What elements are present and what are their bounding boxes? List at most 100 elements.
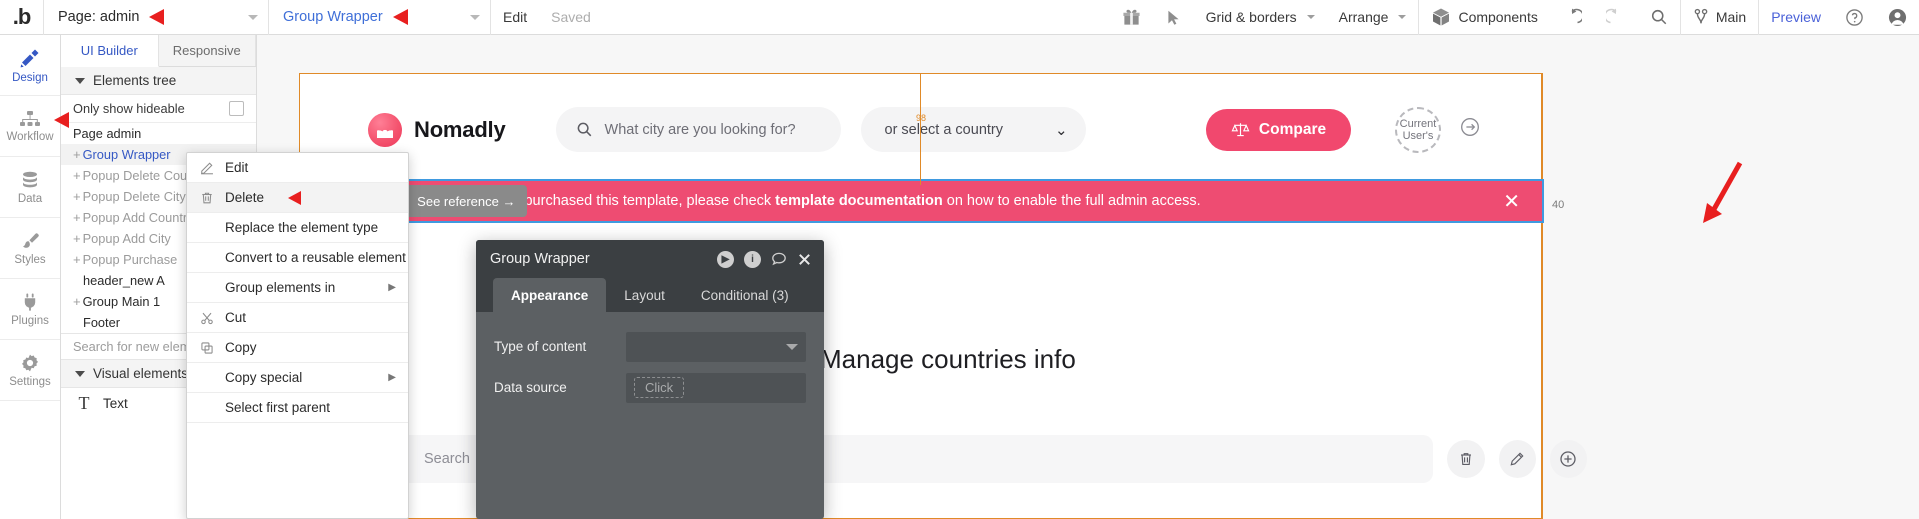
city-search-input[interactable]: What city are you looking for? (555, 107, 841, 152)
context-menu-item-cut[interactable]: Cut (187, 303, 408, 333)
brand-name: Nomadly (414, 116, 506, 142)
expand-plus-icon[interactable]: + (73, 294, 81, 309)
components-button[interactable]: Components (1419, 0, 1549, 35)
styles-icon (20, 231, 40, 251)
left-rail: Design Workflow Data Styles Plugins Sett… (0, 35, 69, 519)
expand-plus-icon[interactable]: + (73, 231, 81, 246)
context-menu-item-copy[interactable]: Copy (187, 333, 408, 363)
element-selector-label: Group Wrapper (283, 9, 383, 25)
sidebar-item-design[interactable]: Design (0, 35, 60, 96)
property-editor-body: Type of content Data source Click (476, 312, 824, 408)
info-icon[interactable]: i (744, 250, 761, 268)
scissors-icon (199, 311, 215, 325)
only-show-hideable-checkbox[interactable] (229, 101, 244, 116)
preview-button[interactable]: Preview (1759, 0, 1833, 35)
brand[interactable]: Nomadly (368, 112, 506, 147)
undo-button[interactable] (1550, 0, 1594, 35)
type-of-content-select[interactable] (626, 331, 806, 362)
context-menu-item-group-elements-in[interactable]: Group elements in ▶ (187, 273, 408, 303)
tab-conditional[interactable]: Conditional (3) (683, 278, 807, 312)
spacing-badge: 40 (1552, 199, 1565, 211)
arrange-dropdown[interactable]: Arrange (1327, 0, 1419, 35)
copy-icon (199, 341, 215, 355)
chevron-down-icon (786, 343, 798, 350)
avatar-icon (1888, 8, 1907, 27)
edit-mode-label[interactable]: Edit (491, 0, 539, 35)
see-reference-label: See reference → (417, 193, 516, 209)
context-menu-item-delete[interactable]: Delete (187, 183, 408, 213)
sidebar-item-data[interactable]: Data (0, 157, 60, 218)
tree-label: header_new A (83, 273, 165, 288)
sidebar-label-workflow: Workflow (6, 130, 54, 143)
elements-tree-header[interactable]: Elements tree (61, 67, 256, 95)
logout-button[interactable] (1459, 116, 1481, 143)
property-editor[interactable]: Group Wrapper ▶ i Appearance Layout Cond… (476, 240, 824, 519)
context-menu-label: Edit (225, 160, 249, 175)
expand-plus-icon[interactable]: + (73, 189, 81, 204)
sidebar-label-design: Design (12, 71, 48, 84)
close-icon[interactable]: ✕ (1503, 189, 1520, 214)
sidebar-item-plugins[interactable]: Plugins (0, 279, 60, 340)
context-menu-item-replace-element-type[interactable]: Replace the element type (187, 213, 408, 243)
expand-plus-icon[interactable]: + (73, 252, 81, 267)
context-menu-item-edit[interactable]: Edit (187, 153, 408, 183)
search-icon (1650, 8, 1668, 26)
branch-label: Main (1715, 9, 1747, 25)
branch-selector[interactable]: Main (1681, 0, 1758, 35)
element-selector[interactable]: Group Wrapper (269, 0, 491, 35)
tab-responsive[interactable]: Responsive (158, 35, 256, 66)
data-source-input[interactable]: Click (626, 372, 806, 403)
bubble-logo[interactable]: .b (0, 0, 44, 35)
expand-plus-icon[interactable]: + (73, 210, 81, 225)
search-button[interactable] (1638, 0, 1680, 35)
logout-icon (1459, 116, 1481, 138)
context-menu-label: Group elements in (225, 280, 336, 295)
property-editor-header: Group Wrapper ▶ i (476, 240, 824, 278)
gift-icon[interactable] (1110, 0, 1153, 35)
workflow-icon (19, 110, 41, 128)
tree-item-page-admin[interactable]: Page admin (61, 123, 256, 144)
expand-plus-icon[interactable]: + (73, 168, 81, 183)
sidebar-item-workflow[interactable]: Workflow (0, 96, 69, 157)
delete-row-button[interactable] (1447, 440, 1485, 478)
context-menu-item-select-first-parent[interactable]: Select first parent (187, 393, 408, 423)
context-menu-label: Replace the element type (225, 220, 379, 235)
grid-borders-dropdown[interactable]: Grid & borders (1194, 0, 1327, 35)
annotation-arrow-page (149, 9, 165, 25)
banner-text-before: If you purchased this template, please c… (485, 193, 776, 209)
context-menu-label: Convert to a reusable element (225, 250, 406, 265)
country-select[interactable]: or select a country ⌄ (860, 107, 1086, 152)
banner-text-bold[interactable]: template documentation (775, 193, 943, 209)
expand-plus-icon[interactable]: + (73, 147, 81, 162)
context-menu-item-convert-reusable[interactable]: Convert to a reusable element (187, 243, 408, 273)
user-avatar[interactable] (1876, 0, 1919, 35)
redo-button[interactable] (1594, 0, 1638, 35)
page-selector[interactable]: Page: admin (44, 0, 269, 35)
only-show-hideable-row[interactable]: Only show hideable (61, 95, 256, 123)
tab-layout[interactable]: Layout (606, 278, 683, 312)
annotation-arrow-banner (1700, 159, 1746, 225)
avatar[interactable]: Current User's (1395, 106, 1441, 153)
pointer-icon[interactable] (1153, 0, 1194, 35)
saved-status: Saved (551, 9, 591, 25)
edit-row-button[interactable] (1498, 440, 1536, 478)
sidebar-item-settings[interactable]: Settings (0, 340, 60, 401)
context-menu[interactable]: Edit Delete Replace the element type Con… (186, 152, 409, 519)
close-icon[interactable] (797, 252, 812, 267)
data-source-value[interactable]: Click (634, 377, 685, 398)
compare-button[interactable]: Compare (1206, 108, 1351, 151)
tab-ui-builder[interactable]: UI Builder (61, 35, 159, 67)
context-menu-item-copy-special[interactable]: Copy special ▶ (187, 363, 408, 393)
chevron-down-icon (1306, 15, 1315, 19)
panel-tabs: UI Builder Responsive (61, 35, 256, 67)
pencil-icon (199, 161, 215, 175)
add-row-button[interactable] (1549, 440, 1587, 478)
help-button[interactable] (1833, 0, 1876, 35)
country-select-placeholder: or select a country (884, 121, 1003, 138)
tab-appearance[interactable]: Appearance (493, 278, 607, 312)
sidebar-item-styles[interactable]: Styles (0, 218, 60, 279)
trash-icon (1458, 451, 1474, 467)
comment-icon[interactable] (771, 251, 787, 267)
elements-tree-title: Elements tree (93, 73, 177, 88)
preview-play-icon[interactable]: ▶ (717, 250, 734, 268)
